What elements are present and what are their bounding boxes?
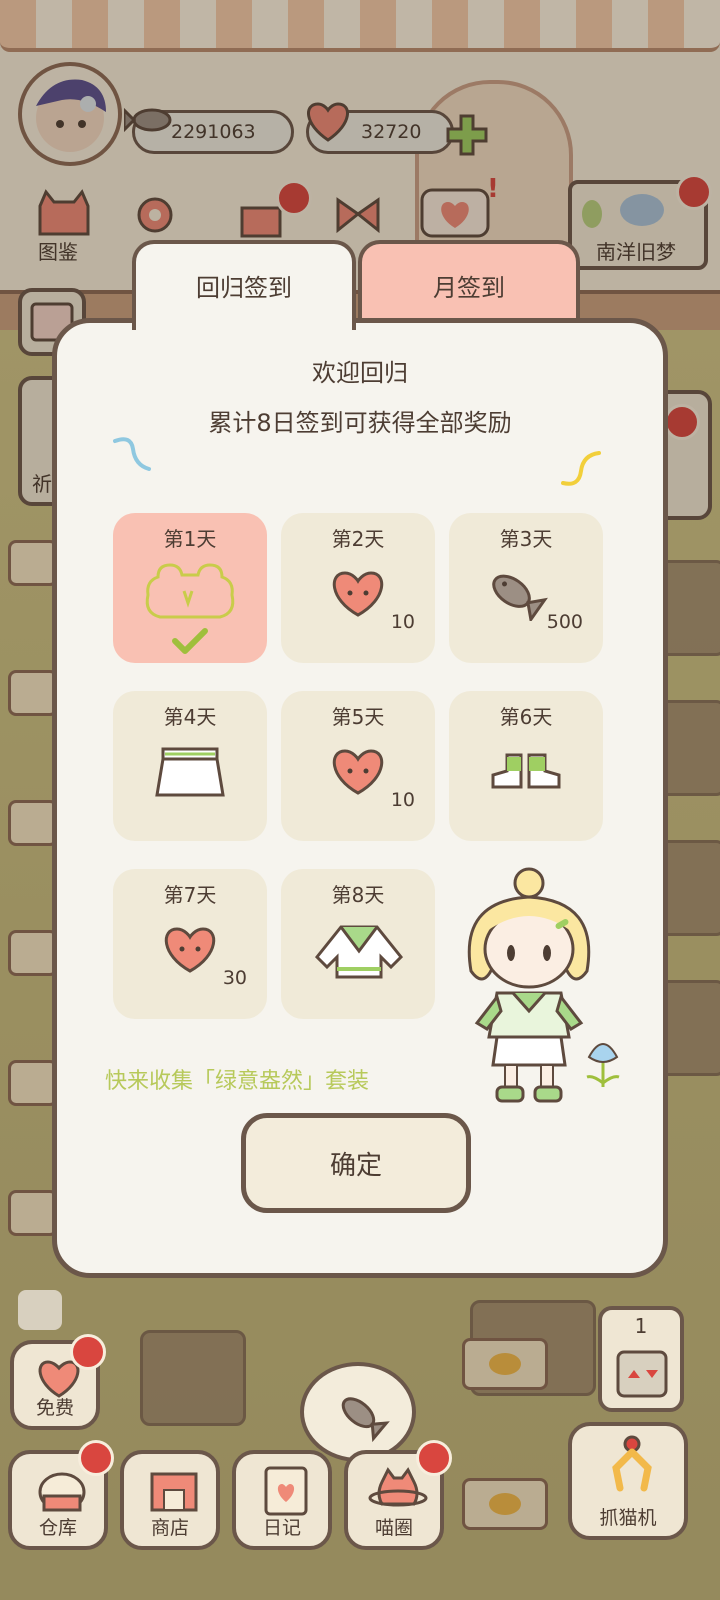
free-notification-dot bbox=[70, 1334, 106, 1370]
claw-count: 1 bbox=[634, 1314, 648, 1338]
day-6-reward[interactable]: 第6天 bbox=[449, 691, 603, 841]
warehouse-notification-dot bbox=[78, 1440, 114, 1476]
diary-book-icon bbox=[264, 1466, 308, 1516]
frog-hat-icon bbox=[145, 563, 235, 619]
collect-set-text: 快来收集「绿意盎然」套装 bbox=[105, 1069, 370, 1094]
tab-monthly-checkin[interactable]: 月签到 bbox=[358, 240, 580, 322]
day-4-label: 第4天 bbox=[163, 705, 217, 729]
mochi-basket-icon bbox=[38, 1472, 86, 1512]
blue-ribbon-doodle bbox=[113, 437, 151, 471]
day-8-label: 第8天 bbox=[331, 883, 385, 907]
claw-machine-button[interactable]: 抓猫机 bbox=[568, 1422, 688, 1540]
feed-fish-button[interactable] bbox=[300, 1362, 416, 1462]
day-8-reward[interactable]: 第8天 bbox=[281, 869, 435, 1019]
day-5-reward[interactable]: 第5天 10 bbox=[281, 691, 435, 841]
heart-currency-icon bbox=[332, 571, 384, 617]
tab-monthly-label: 月签到 bbox=[433, 274, 505, 302]
dialog-title: 欢迎回归 bbox=[312, 359, 408, 387]
confirm-button[interactable]: 确定 bbox=[241, 1113, 471, 1213]
shop-label: 商店 bbox=[150, 1517, 189, 1539]
day-1-reward[interactable]: 第1天 bbox=[113, 513, 267, 663]
diary-label: 日记 bbox=[262, 1517, 301, 1539]
fish-currency-icon bbox=[492, 574, 548, 621]
checkin-dialog: 欢迎回归 累计8日签到可获得全部奖励 第1天 第2天 10 第3天 500 第4… bbox=[52, 318, 668, 1278]
day-4-reward[interactable]: 第4天 bbox=[113, 691, 267, 841]
claw-panel-icon bbox=[616, 1350, 668, 1398]
claw-machine-counter[interactable]: 1 bbox=[598, 1306, 684, 1412]
cat-circle-notification-dot bbox=[416, 1440, 452, 1476]
warehouse-label: 仓库 bbox=[38, 1517, 77, 1539]
skirt-icon bbox=[155, 747, 225, 797]
day-7-label: 第7天 bbox=[163, 883, 217, 907]
heart-currency-icon bbox=[164, 927, 216, 973]
claw-machine-label: 抓猫机 bbox=[599, 1507, 657, 1529]
day-6-label: 第6天 bbox=[499, 705, 553, 729]
day-3-qty: 500 bbox=[546, 611, 583, 633]
yellow-ribbon-doodle bbox=[561, 451, 601, 486]
tab-return-checkin[interactable]: 回归签到 bbox=[132, 240, 356, 330]
shop-stall-icon bbox=[150, 1472, 198, 1512]
day-2-label: 第2天 bbox=[331, 527, 385, 551]
day-2-qty: 10 bbox=[390, 611, 415, 633]
day-5-label: 第5天 bbox=[331, 705, 385, 729]
claw-icon bbox=[612, 1435, 652, 1492]
day-5-qty: 10 bbox=[390, 789, 415, 811]
girl-character-illustration bbox=[467, 867, 620, 1103]
confirm-label: 确定 bbox=[329, 1150, 382, 1181]
day-3-reward[interactable]: 第3天 500 bbox=[449, 513, 603, 663]
cat-circle-button[interactable]: 喵圈 bbox=[344, 1440, 452, 1550]
cat-circle-label: 喵圈 bbox=[374, 1517, 413, 1539]
tab-return-label: 回归签到 bbox=[196, 274, 292, 302]
day-7-qty: 30 bbox=[222, 967, 247, 989]
heart-currency-icon bbox=[332, 749, 384, 795]
warehouse-button[interactable]: 仓库 bbox=[8, 1440, 114, 1550]
cat-planet-icon bbox=[368, 1467, 428, 1507]
shop-button[interactable]: 商店 bbox=[120, 1450, 220, 1550]
sneakers-icon bbox=[491, 753, 561, 789]
diary-button[interactable]: 日记 bbox=[232, 1450, 332, 1550]
free-button[interactable]: 免费 bbox=[10, 1334, 106, 1430]
fish-currency-icon bbox=[341, 1397, 390, 1443]
small-plot-tag[interactable] bbox=[18, 1290, 62, 1330]
day-1-label: 第1天 bbox=[163, 527, 217, 551]
sweater-icon bbox=[314, 925, 404, 979]
free-label: 免费 bbox=[35, 1397, 74, 1419]
day-3-label: 第3天 bbox=[499, 527, 553, 551]
claimed-check-icon bbox=[172, 628, 208, 654]
day-2-reward[interactable]: 第2天 10 bbox=[281, 513, 435, 663]
day-7-reward[interactable]: 第7天 30 bbox=[113, 869, 267, 1019]
